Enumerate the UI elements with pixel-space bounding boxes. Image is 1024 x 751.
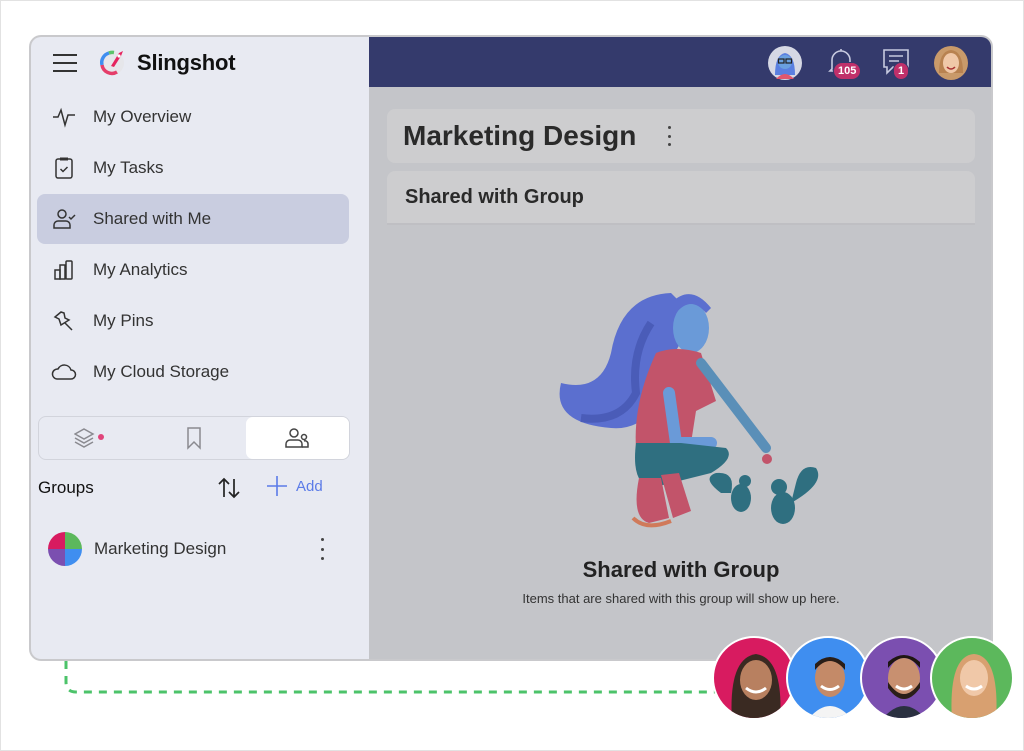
sidebar-item-my-tasks[interactable]: My Tasks <box>37 143 349 193</box>
section-title: Shared with Group <box>405 185 584 208</box>
groups-title: Groups <box>38 478 94 497</box>
sidebar-item-my-analytics[interactable]: My Analytics <box>37 245 349 295</box>
user-avatar[interactable] <box>933 45 969 81</box>
sidebar-item-label: My Overview <box>93 107 192 126</box>
sort-icon[interactable] <box>216 475 242 501</box>
more-options-icon[interactable] <box>662 126 676 146</box>
user-check-icon <box>51 206 77 232</box>
sidebar-item-my-pins[interactable]: My Pins <box>37 296 349 346</box>
tab-layers[interactable] <box>39 417 142 459</box>
sidebar-item-shared-with-me[interactable]: Shared with Me <box>37 194 349 244</box>
messages-button[interactable]: 1 <box>879 45 915 81</box>
page-title: Marketing Design <box>403 120 637 151</box>
topbar: 105 1 <box>369 37 991 87</box>
member-avatar <box>786 636 870 720</box>
bookmark-icon <box>187 427 201 450</box>
slingshot-logo-icon <box>99 50 124 76</box>
clipboard-check-icon <box>51 155 77 181</box>
notifications-button[interactable]: 105 <box>825 45 862 81</box>
pulse-icon <box>51 104 77 130</box>
group-label: Marketing Design <box>94 539 227 558</box>
app-window: Slingshot My Overview My Tasks Shared wi… <box>29 35 993 661</box>
notifications-badge: 105 <box>833 62 862 80</box>
sidebar-nav: My Overview My Tasks Shared with Me My A… <box>37 92 349 398</box>
plus-icon <box>267 476 287 496</box>
member-avatar <box>712 636 796 720</box>
layers-icon <box>73 428 104 448</box>
assistant-avatar[interactable] <box>767 45 803 81</box>
sidebar-item-label: Shared with Me <box>93 209 212 228</box>
app-name: Slingshot <box>137 50 236 75</box>
bar-chart-icon <box>51 257 77 283</box>
tab-groups[interactable] <box>245 417 349 459</box>
empty-state-title: Shared with Group <box>582 557 780 582</box>
user-avatar-icon <box>934 46 968 80</box>
sidebar-item-label: My Analytics <box>93 260 188 279</box>
member-avatar <box>930 636 1014 720</box>
empty-state-subtitle: Items that are shared with this group wi… <box>522 591 840 606</box>
sidebar-item-label: My Tasks <box>93 158 164 177</box>
sidebar-item-label: My Pins <box>93 311 154 330</box>
section-header: Shared with Group <box>387 171 975 225</box>
sidebar-tabbar <box>38 416 350 460</box>
group-item-marketing-design[interactable]: Marketing Design <box>38 525 350 573</box>
add-group-button[interactable]: Add <box>266 475 323 497</box>
sidebar-item-my-cloud-storage[interactable]: My Cloud Storage <box>37 347 349 397</box>
assistant-avatar-icon <box>768 46 802 80</box>
messages-badge: 1 <box>893 62 910 80</box>
users-icon <box>285 428 310 448</box>
content-card: Shared with Group Shared with Group Item… <box>387 171 975 643</box>
group-members <box>712 636 1014 720</box>
groups-header: Groups Add <box>38 473 350 503</box>
sidebar-item-label: My Cloud Storage <box>93 362 230 381</box>
cloud-icon <box>51 359 77 385</box>
group-avatar <box>48 532 82 566</box>
add-label: Add <box>296 477 323 495</box>
empty-state-illustration <box>559 293 819 528</box>
more-options-icon[interactable] <box>314 538 330 560</box>
logo-row: Slingshot <box>31 37 369 89</box>
menu-icon[interactable] <box>53 54 77 72</box>
tab-bookmarks[interactable] <box>142 417 245 459</box>
main-area: Marketing Design Shared with Group Share… <box>369 87 991 659</box>
title-card: Marketing Design <box>387 109 975 163</box>
pin-icon <box>51 308 77 334</box>
sidebar: Slingshot My Overview My Tasks Shared wi… <box>31 37 369 659</box>
sidebar-item-my-overview[interactable]: My Overview <box>37 92 349 142</box>
